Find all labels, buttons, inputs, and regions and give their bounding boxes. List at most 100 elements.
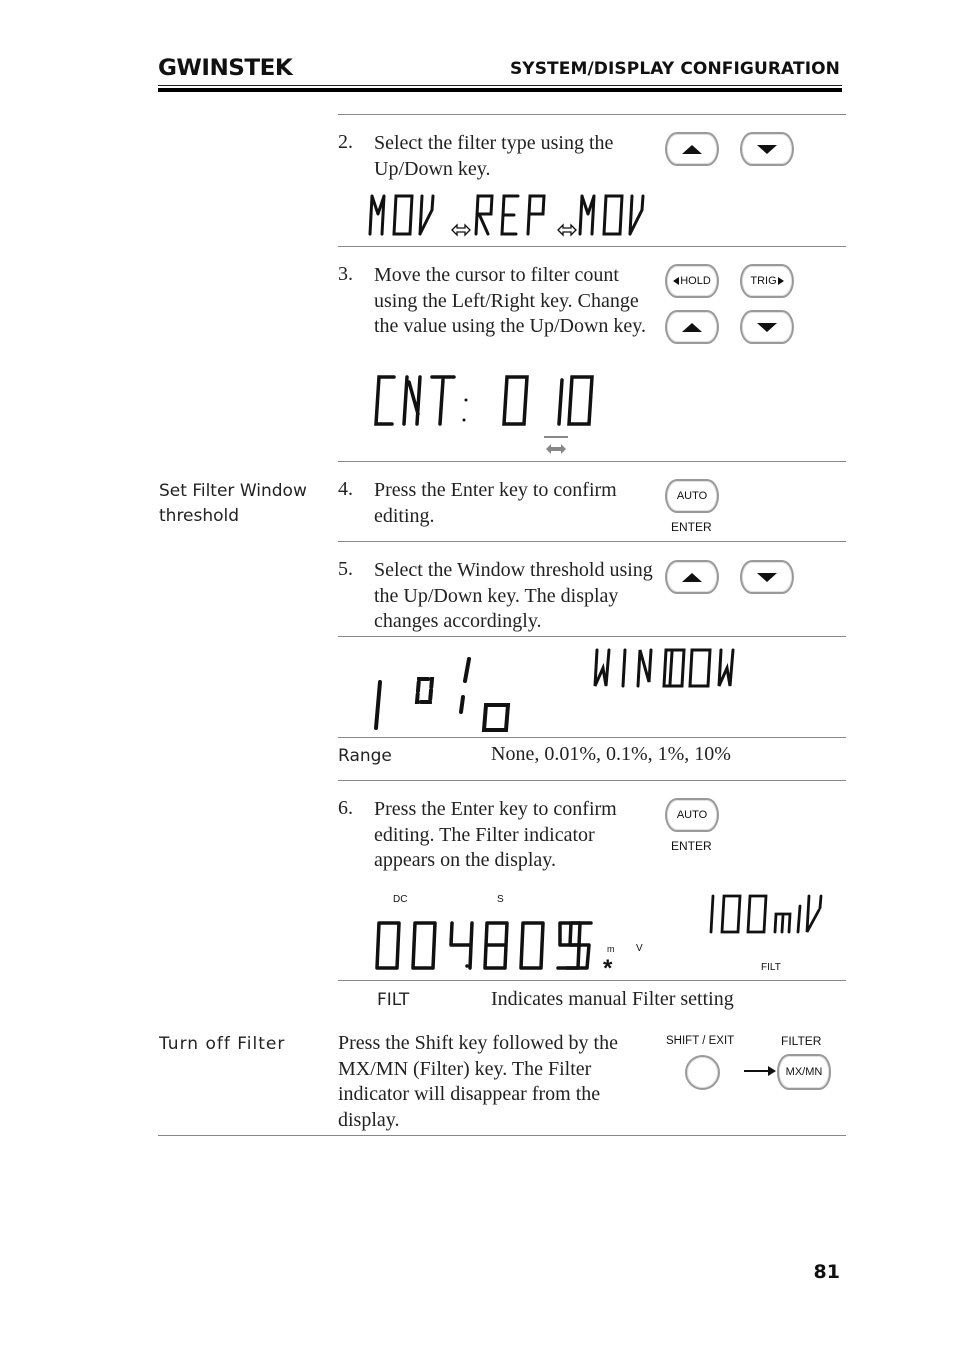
lcd-digit-0 bbox=[375, 921, 401, 970]
filter-caption: FILTER bbox=[781, 1034, 822, 1048]
lcd-range bbox=[704, 892, 829, 941]
divider bbox=[338, 636, 846, 637]
shift-exit-caption: SHIFT / EXIT bbox=[666, 1035, 735, 1047]
lcd-filter-type bbox=[366, 186, 666, 245]
unit-prefix: m bbox=[607, 944, 615, 954]
lcd-digit-8 bbox=[483, 921, 509, 970]
down-arrow-icon bbox=[757, 144, 777, 154]
lcd-colon-dot bbox=[464, 398, 468, 402]
trig-right-key[interactable]: TRIG bbox=[740, 264, 794, 298]
lcd-segment-N bbox=[636, 648, 653, 688]
lcd-digit-0 bbox=[519, 921, 545, 970]
turn-off-text: Press the Shift key followed by the MX/M… bbox=[338, 1032, 618, 1131]
step-text: Press the Enter key to confirm editing. bbox=[374, 479, 617, 527]
arrow-right-icon-head bbox=[768, 1066, 776, 1076]
header-rule-thick bbox=[158, 88, 842, 92]
lcd-digit-1 bbox=[709, 894, 715, 934]
left-right-arrow-icon bbox=[546, 444, 566, 454]
lcd-segment-V bbox=[418, 194, 435, 236]
shift-exit-key[interactable] bbox=[685, 1055, 720, 1090]
left-triangle-icon bbox=[673, 277, 680, 285]
lcd-filter-count-graphic bbox=[374, 375, 594, 454]
step-number: 6. bbox=[338, 797, 353, 819]
cursor-bar bbox=[544, 436, 568, 438]
filt-description: Indicates manual Filter setting bbox=[491, 988, 734, 1010]
arrow-right-icon bbox=[744, 1070, 770, 1072]
lcd-segment-M bbox=[578, 194, 596, 236]
enter-caption: ENTER bbox=[671, 520, 712, 534]
auto-key-label: AUTO bbox=[676, 490, 708, 502]
side-label-turn-off-filter: Turn off Filter bbox=[159, 1034, 286, 1054]
up-arrow-icon bbox=[682, 144, 702, 154]
divider bbox=[338, 246, 846, 247]
mx-mn-filter-key[interactable]: MX/MN bbox=[777, 1054, 831, 1090]
down-arrow-icon bbox=[757, 572, 777, 582]
step-text: Move the cursor to filter count using th… bbox=[374, 264, 646, 337]
double-arrow-icon bbox=[451, 223, 471, 237]
gwinstek-logo: GWINSTEK bbox=[158, 56, 293, 81]
filt-label: FILT bbox=[377, 990, 410, 1010]
down-key[interactable] bbox=[740, 132, 794, 166]
lcd-segment-V bbox=[628, 194, 645, 236]
step-text: Press the Enter key to confirm editing. … bbox=[374, 798, 617, 871]
up-arrow-icon bbox=[682, 322, 702, 332]
step-text: Select the Window threshold using the Up… bbox=[374, 559, 653, 632]
lcd-filter-count bbox=[372, 372, 612, 464]
divider bbox=[338, 114, 846, 115]
lcd-segment-P bbox=[526, 194, 546, 236]
lcd-digit-1 bbox=[557, 378, 564, 426]
lcd-digit-4 bbox=[449, 921, 474, 970]
lcd-segment-O bbox=[602, 194, 624, 236]
side-label-set-filter-window: Set Filter Window threshold bbox=[159, 481, 307, 526]
lcd-segment-C bbox=[374, 375, 396, 426]
lcd-digit-0 bbox=[502, 375, 529, 426]
lcd-segment-O bbox=[688, 648, 712, 688]
lcd-segment-O bbox=[392, 194, 414, 236]
auto-enter-key[interactable]: AUTO bbox=[665, 798, 719, 832]
lcd-digit-5-graphic bbox=[565, 921, 593, 970]
auto-key-label: AUTO bbox=[676, 809, 708, 821]
up-arrow-icon bbox=[682, 572, 702, 582]
lcd-digit-0 bbox=[411, 921, 437, 970]
page-number: 81 bbox=[813, 1261, 840, 1283]
lcd-digit-0 bbox=[567, 375, 594, 426]
lcd-segment-W bbox=[593, 648, 611, 687]
hold-left-key[interactable]: HOLD bbox=[665, 264, 719, 298]
up-key[interactable] bbox=[665, 560, 719, 594]
header-rule bbox=[158, 85, 842, 86]
step-number: 4. bbox=[338, 478, 353, 500]
lcd-segment-V bbox=[805, 894, 823, 933]
lcd-segment-I bbox=[621, 648, 627, 688]
mx-mn-key-label: MX/MN bbox=[785, 1066, 823, 1078]
filter-tag: FILT bbox=[761, 962, 781, 973]
divider bbox=[338, 461, 846, 462]
range-label: Range bbox=[338, 746, 392, 766]
star-icon: * bbox=[603, 955, 613, 982]
lcd-digit-0 bbox=[746, 894, 768, 934]
double-arrow-icon bbox=[557, 223, 577, 237]
lcd-segment-W bbox=[717, 648, 735, 687]
up-key[interactable] bbox=[665, 310, 719, 344]
auto-enter-key[interactable]: AUTO bbox=[665, 479, 719, 513]
down-key[interactable] bbox=[740, 310, 794, 344]
section-title: SYSTEM/DISPLAY CONFIGURATION bbox=[509, 59, 840, 79]
divider bbox=[338, 541, 846, 542]
lcd-percent-lower-circle bbox=[481, 703, 511, 732]
lcd-filter-type-graphic bbox=[368, 194, 645, 237]
trig-key-label: TRIG bbox=[750, 275, 777, 287]
lcd-segment-T bbox=[430, 375, 456, 426]
lcd-segment-m bbox=[773, 912, 792, 934]
step-text: Select the filter type using the Up/Down… bbox=[374, 132, 614, 180]
lcd-window-threshold-graphic bbox=[374, 648, 735, 732]
lcd-percent-slash bbox=[459, 657, 471, 714]
right-triangle-icon bbox=[777, 277, 784, 285]
down-key[interactable] bbox=[740, 560, 794, 594]
up-key[interactable] bbox=[665, 132, 719, 166]
annunciator-dc: DC bbox=[393, 894, 408, 905]
divider bbox=[338, 737, 846, 738]
unit-label: V bbox=[636, 943, 643, 954]
lcd-segment-R bbox=[474, 194, 494, 236]
divider bbox=[338, 780, 846, 781]
lcd-segment-E bbox=[500, 194, 520, 236]
range-value: None, 0.01%, 0.1%, 1%, 10% bbox=[491, 743, 731, 765]
